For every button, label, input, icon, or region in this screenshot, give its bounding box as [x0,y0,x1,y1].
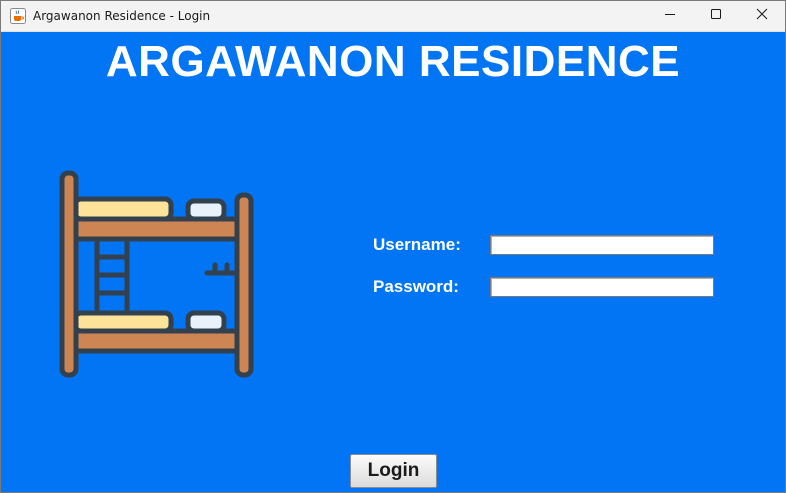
username-field[interactable] [490,235,714,255]
java-cup-icon [10,8,26,24]
login-window: Argawanon Residence - Login ARGAWANON RE… [0,0,786,493]
login-button[interactable]: Login [350,454,437,488]
username-label: Username: [373,235,461,254]
minimize-button[interactable] [647,1,693,31]
title-bar: Argawanon Residence - Login [1,1,785,32]
password-label: Password: [373,277,459,296]
window-title: Argawanon Residence - Login [33,9,211,23]
bunk-bed-icon [59,169,255,386]
close-button[interactable] [739,1,785,31]
maximize-icon [710,7,722,25]
maximize-button[interactable] [693,1,739,31]
close-icon [756,7,768,25]
password-field[interactable] [490,277,714,297]
minimize-icon [664,7,676,25]
page-title: ARGAWANON RESIDENCE [105,37,681,86]
